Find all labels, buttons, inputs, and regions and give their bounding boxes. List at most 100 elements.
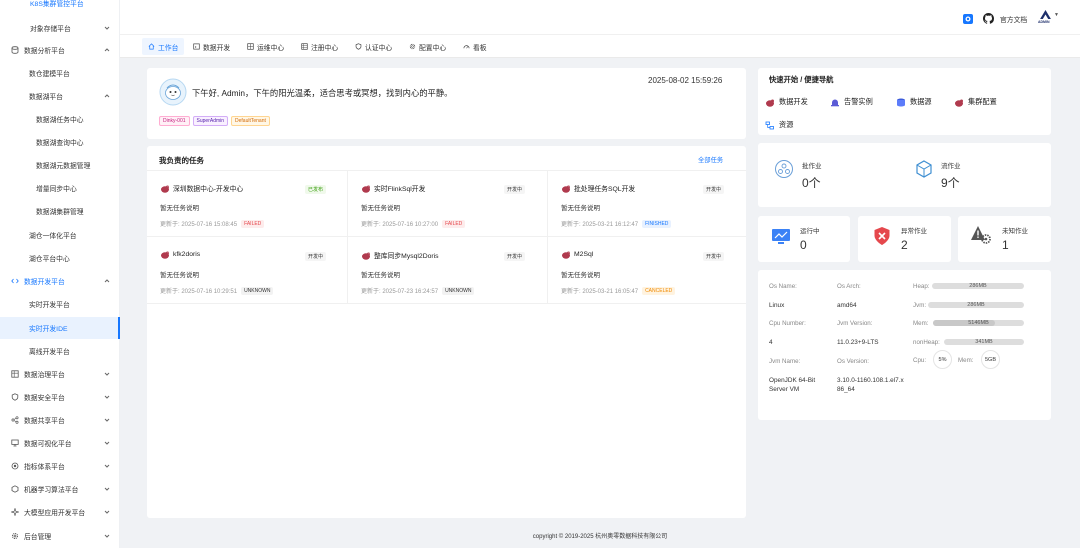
sidebar-item-offline-dev[interactable]: 离线开发平台 [0, 340, 120, 362]
chevron-down-icon [104, 534, 110, 538]
gear-icon [409, 43, 416, 50]
github-icon[interactable] [983, 13, 994, 24]
jvm-version-label: Jvm Version: [837, 320, 873, 327]
sidebar-item-lake-cluster[interactable]: 数据湖集群管理 [0, 200, 120, 222]
code-icon [11, 278, 19, 284]
task-name: 实时FlinkSql开发 [374, 186, 426, 193]
chevron-down-icon [104, 26, 110, 30]
sidebar-item-lake-metadata[interactable]: 数据湖元数据管理 [0, 154, 120, 176]
task-meta: 更新于: 2025-03-21 16:12:47 FINISHED [561, 219, 672, 228]
task-card[interactable]: kfk2doris 开发中 暂无任务说明 更新于: 2025-07-16 10:… [147, 237, 347, 303]
heap-bar: 286MB [932, 283, 1024, 289]
squirrel-icon [161, 185, 169, 193]
sidebar-item-ml[interactable]: 机器学习算法平台 [0, 478, 120, 500]
task-card[interactable]: 深圳数据中心-开发中心 已发布 暂无任务说明 更新于: 2025-07-16 1… [147, 170, 347, 236]
sidebar-item-label: 大模型应用开发平台 [24, 510, 86, 517]
error-count: 2 [901, 238, 908, 252]
sidebar-item-metrics[interactable]: 指标体系平台 [0, 455, 120, 477]
folder-tree-icon [765, 121, 774, 129]
quick-nav-alert-instance[interactable]: 告警实例 [830, 97, 873, 107]
tab-ops-center[interactable]: 运维中心 [241, 38, 290, 55]
sidebar-item-data-lake[interactable]: 数据湖平台 [0, 85, 120, 107]
docs-link[interactable]: 官方文档 [1000, 14, 1027, 24]
grid-icon [247, 43, 254, 50]
sidebar-item-governance[interactable]: 数据治理平台 [0, 363, 120, 385]
sidebar-item-admin[interactable]: 后台管理 [0, 525, 120, 547]
share-icon [11, 416, 19, 424]
task-name: 整库同步Mysql2Doris [374, 253, 439, 260]
sidebar-item-lake-task-center[interactable]: 数据湖任务中心 [0, 108, 120, 130]
batch-job-count: 0个 [802, 176, 821, 190]
warning-gear-icon [971, 226, 991, 244]
sparkle-icon [11, 508, 19, 516]
sidebar-item-llm[interactable]: 大模型应用开发平台 [0, 501, 120, 523]
tab-workbench[interactable]: 工作台 [142, 38, 185, 55]
sidebar-item-k8s[interactable]: K8S集群管控平台 [0, 0, 120, 10]
task-card[interactable]: 整库同步Mysql2Doris 开发中 暂无任务说明 更新于: 2025-07-… [348, 237, 547, 303]
task-card[interactable]: M2Sql 开发中 暂无任务说明 更新于: 2025-03-21 16:05:4… [548, 237, 746, 303]
copyright-text: copyright © 2019-2025 杭州奥零数据科技有限公司 [532, 534, 668, 540]
plugin-icon[interactable] [962, 13, 974, 25]
task-desc: 暂无任务说明 [361, 205, 400, 212]
home-icon [148, 43, 155, 50]
tasks-title: 我负责的任务 [159, 156, 204, 165]
quick-nav-data-dev[interactable]: 数据开发 [765, 97, 808, 107]
sidebar-item-sharing[interactable]: 数据共享平台 [0, 409, 120, 431]
cube-icon [11, 485, 19, 493]
tab-registry[interactable]: 注册中心 [295, 38, 344, 55]
sidebar-item-lakehouse[interactable]: 湖仓一体化平台 [0, 224, 120, 246]
squirrel-icon [362, 252, 370, 260]
chevron-up-icon [104, 48, 110, 52]
squirrel-icon [362, 185, 370, 193]
chevron-up-icon [104, 279, 110, 283]
tab-data-dev[interactable]: 数据开发 [187, 38, 236, 55]
avatar[interactable]: ADMIN ▼ [1038, 9, 1060, 27]
sidebar-item-label: 数据治理平台 [24, 372, 65, 379]
quick-nav-datasource[interactable]: 数据源 [896, 97, 932, 107]
tab-label: 工作台 [158, 44, 179, 52]
sidebar-item-realtime-dev[interactable]: 实时开发平台 [0, 293, 120, 315]
quick-nav-title: 快速开始 / 便捷导航 [769, 75, 834, 84]
sidebar-item-data-dev[interactable]: 数据开发平台 [0, 270, 120, 292]
tab-dashboard[interactable]: 看板 [457, 38, 493, 55]
chevron-down-icon [104, 418, 110, 422]
mem-bar: 5146MB [933, 320, 1024, 326]
sidebar-item-label: 数仓建模平台 [29, 71, 70, 78]
sidebar-item-dw-modeling[interactable]: 数仓建模平台 [0, 62, 120, 84]
chevron-down-icon [104, 395, 110, 399]
sidebar-item-label: 湖仓平台中心 [29, 256, 70, 263]
sidebar-item-lake-query-center[interactable]: 数据湖查询中心 [0, 131, 120, 153]
sidebar-item-incremental-sync[interactable]: 增量同步中心 [0, 177, 120, 199]
sidebar-item-visualization[interactable]: 数据可视化平台 [0, 432, 120, 454]
task-meta: 更新于: 2025-07-16 10:27:00 FAILED [361, 219, 466, 228]
tab-label: 注册中心 [311, 44, 339, 52]
quick-nav-label: 数据开发 [779, 97, 808, 106]
tab-auth-center[interactable]: 认证中心 [349, 38, 398, 55]
top-header: 官方文档 ADMIN ▼ [120, 0, 1080, 34]
chevron-down-icon [104, 464, 110, 468]
task-updated: 更新于: 2025-07-23 16:24:57 [361, 289, 439, 295]
quick-nav-resource[interactable]: 资源 [765, 120, 793, 130]
sidebar-item-object-storage[interactable]: 对象存储平台 [0, 17, 120, 39]
jvm-label: Jvm: [913, 302, 927, 309]
task-name: M2Sql [574, 251, 594, 258]
sidebar-item-lakehouse-center[interactable]: 湖仓平台中心 [0, 247, 120, 269]
sidebar-item-data-analysis[interactable]: 数据分析平台 [0, 39, 120, 61]
squirrel-icon [562, 251, 570, 259]
squirrel-icon [161, 251, 169, 259]
sidebar-item-security[interactable]: 数据安全平台 [0, 386, 120, 408]
squirrel-icon [766, 99, 774, 107]
task-card[interactable]: 实时FlinkSql开发 开发中 暂无任务说明 更新于: 2025-07-16 … [348, 170, 547, 236]
task-badge: 开发中 [504, 252, 526, 261]
all-tasks-link[interactable]: 全部任务 [698, 155, 723, 164]
tab-config-center[interactable]: 配置中心 [403, 38, 452, 55]
role-tags: Dinky-001 SuperAdmin DefaultTenant [159, 116, 273, 126]
task-status: FAILED [442, 219, 466, 228]
sidebar-item-realtime-ide[interactable]: 实时开发IDE [0, 317, 120, 339]
task-meta: 更新于: 2025-07-16 15:08:45 FAILED [160, 219, 265, 228]
running-label: 运行中 [800, 228, 820, 235]
nonheap-bar: 341MB [944, 339, 1024, 345]
task-card[interactable]: 批处理任务SQL开发 开发中 暂无任务说明 更新于: 2025-03-21 16… [548, 170, 746, 236]
quick-nav-cluster-config[interactable]: 集群配置 [954, 97, 997, 107]
sidebar-item-label: 数据湖查询中心 [36, 140, 84, 147]
